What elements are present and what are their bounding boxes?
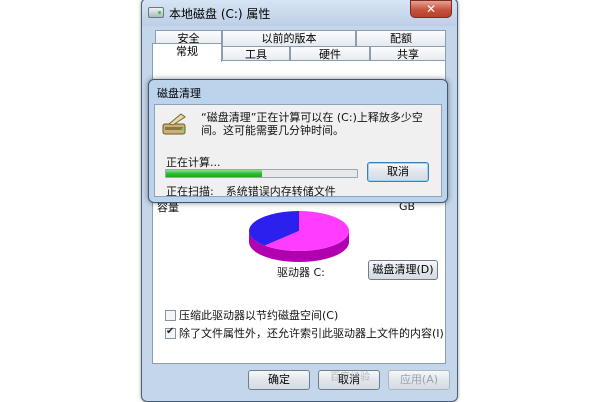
compress-row[interactable]: 压缩此驱动器以节约磁盘空间(C) (165, 307, 338, 323)
compress-checkbox[interactable] (165, 310, 176, 321)
index-checkbox[interactable] (165, 326, 176, 339)
index-row[interactable]: 除了文件属性外，还允许索引此驱动器上文件的内容(I) (165, 325, 444, 341)
close-button[interactable]: ✕ (410, 0, 452, 18)
ok-button[interactable]: 确定 (248, 370, 310, 390)
scanning-file: 系统错误内存转储文件 (225, 185, 336, 198)
calculating-label: 正在计算... (166, 156, 221, 169)
window-title: 本地磁盘 (C:) 属性 (169, 7, 271, 21)
scanning-row: 正在扫描: 系统错误内存转储文件 (166, 183, 336, 199)
dialog-message: “磁盘清理”正在计算可以在 (C:)上释放多少空间。这可能需要几分钟时间。 (201, 111, 423, 137)
index-label: 除了文件属性外，还允许索引此驱动器上文件的内容(I) (179, 327, 444, 340)
tab-general[interactable]: 常规 (152, 43, 222, 62)
tab-previous-versions[interactable]: 以前的版本 (222, 30, 356, 47)
watermark: 百度经验 (330, 372, 370, 383)
progress-bar (165, 169, 358, 178)
compress-label: 压缩此驱动器以节约磁盘空间(C) (179, 309, 339, 322)
apply-button[interactable]: 应用(A) (388, 370, 450, 390)
disk-cleanup-button[interactable]: 磁盘清理(D) (368, 260, 438, 280)
drive-icon (148, 7, 164, 18)
dialog-title: 磁盘清理 (157, 87, 201, 100)
disk-cleanup-icon (162, 113, 186, 135)
drive-label: 驱动器 C: (277, 266, 325, 279)
scanning-label: 正在扫描: (166, 185, 214, 198)
tab-quota[interactable]: 配额 (356, 30, 446, 47)
title-bar[interactable]: 本地磁盘 (C:) 属性 ✕ (142, 0, 457, 26)
disk-usage-pie (249, 211, 349, 262)
progress-fill (166, 170, 262, 177)
dialog-cancel-button[interactable]: 取消 (367, 162, 429, 182)
